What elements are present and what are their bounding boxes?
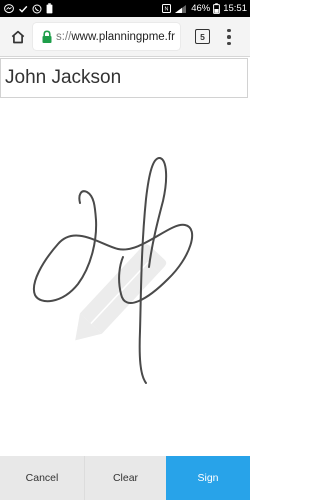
signer-name-field[interactable]: John Jackson <box>0 58 248 98</box>
battery-saver-icon <box>46 3 53 14</box>
svg-text:N: N <box>165 7 169 13</box>
url-host: www.planningpme.fr <box>71 30 175 43</box>
lock-icon <box>42 29 52 43</box>
clock: 15:51 <box>223 3 247 14</box>
menu-dot <box>227 28 231 33</box>
whatsapp-icon <box>32 4 42 14</box>
menu-dot <box>227 41 231 46</box>
tab-switcher-button[interactable]: 5 <box>195 29 210 44</box>
check-icon <box>18 4 28 14</box>
overflow-menu-button[interactable] <box>223 27 235 47</box>
url-text: s://www.planningpme.fr <box>56 31 175 43</box>
cancel-button[interactable]: Cancel <box>0 456 84 500</box>
signature-pad[interactable] <box>0 99 250 456</box>
messenger-icon <box>4 3 14 14</box>
home-button[interactable] <box>8 27 28 47</box>
browser-toolbar: s://www.planningpme.fr 5 <box>0 17 250 57</box>
battery-percent: 46% <box>191 3 211 14</box>
nfc-icon: N <box>162 4 172 13</box>
pencil-icon <box>75 244 167 341</box>
url-scheme: s:// <box>56 30 72 43</box>
address-bar[interactable]: s://www.planningpme.fr <box>33 23 180 50</box>
notification-icons <box>4 0 53 17</box>
status-bar: N 46% 15:51 <box>0 0 250 17</box>
system-icons: N 46% 15:51 <box>162 0 247 17</box>
home-icon <box>11 30 25 44</box>
signal-icon <box>174 4 188 14</box>
tab-count: 5 <box>200 31 205 42</box>
menu-dot <box>227 35 231 39</box>
action-bar: Cancel Clear Sign <box>0 456 250 500</box>
battery-icon <box>213 3 221 14</box>
clear-button[interactable]: Clear <box>84 456 166 500</box>
sign-button[interactable]: Sign <box>166 456 250 500</box>
